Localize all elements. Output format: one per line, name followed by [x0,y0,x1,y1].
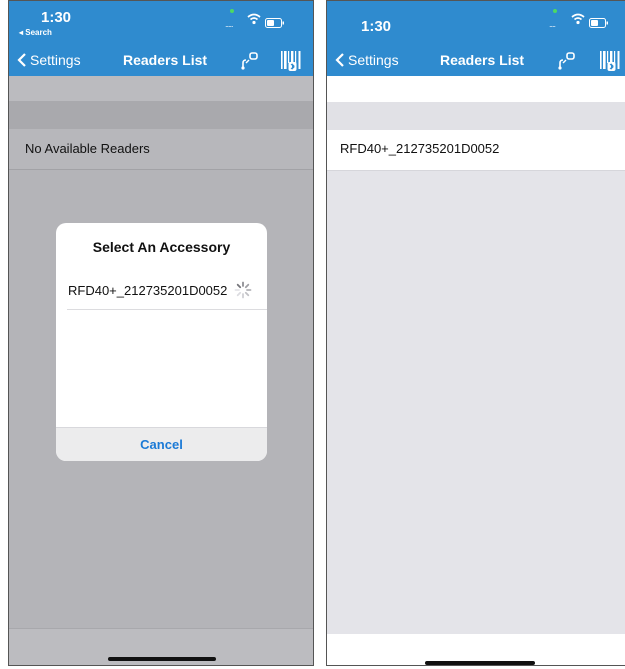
battery-icon [589,18,608,28]
back-button-label: Settings [348,52,399,68]
chevron-left-icon [335,53,344,67]
accessory-item[interactable]: RFD40+_212735201D0052 [67,271,267,310]
signal-icon: ..... [225,19,233,29]
wifi-icon [571,13,585,25]
spinner-icon [234,281,252,299]
status-bar: 1:30 .... [327,1,625,46]
chevron-left-icon [17,53,26,67]
page-title: Readers List [123,52,208,68]
navigation-bar: Settings Readers List [9,46,313,76]
reader-row-label: RFD40+_212735201D0052 [340,141,500,156]
list-spacer [327,76,625,102]
accessory-item-label: RFD40+_212735201D0052 [68,283,228,298]
signal-icon: .... [549,19,556,29]
left-phone-screen: 1:30 ◂ Search ..... Settings Readers Lis… [8,0,314,666]
empty-list-message: No Available Readers [25,141,150,156]
status-bar: 1:30 ◂ Search ..... [9,1,313,46]
back-button[interactable]: Settings [17,52,81,68]
dialog-title: Select An Accessory [92,239,231,255]
status-indicator-dot [230,9,234,13]
back-to-app-link[interactable]: ◂ Search [19,28,52,37]
page-title: Readers List [440,52,525,68]
section-header [327,102,625,130]
back-button[interactable]: Settings [335,52,399,68]
right-phone-screen: 1:30 .... Settings Readers List RFD40+_2… [326,0,625,666]
status-time: 1:30 [41,9,72,26]
status-time: 1:30 [361,18,392,35]
bluetooth-barcode-icon[interactable] [599,49,621,73]
accessory-picker-dialog: Select An Accessory RFD40+_212735201D005… [56,223,267,461]
status-indicator-dot [553,9,557,13]
reader-row[interactable]: RFD40+_212735201D0052 [327,130,625,171]
home-indicator[interactable] [108,657,216,661]
battery-icon [265,18,284,28]
back-button-label: Settings [30,52,81,68]
bluetooth-link-icon[interactable] [240,51,260,71]
bluetooth-link-icon[interactable] [557,51,577,71]
section-header [9,101,313,129]
cancel-button-label: Cancel [140,437,183,452]
navigation-bar: Settings Readers List [327,46,625,76]
list-item: No Available Readers [9,129,313,170]
wifi-icon [247,13,261,25]
list-spacer [9,76,313,101]
cancel-button[interactable]: Cancel [56,427,267,461]
bluetooth-barcode-icon[interactable] [280,49,302,73]
home-indicator[interactable] [425,661,535,665]
